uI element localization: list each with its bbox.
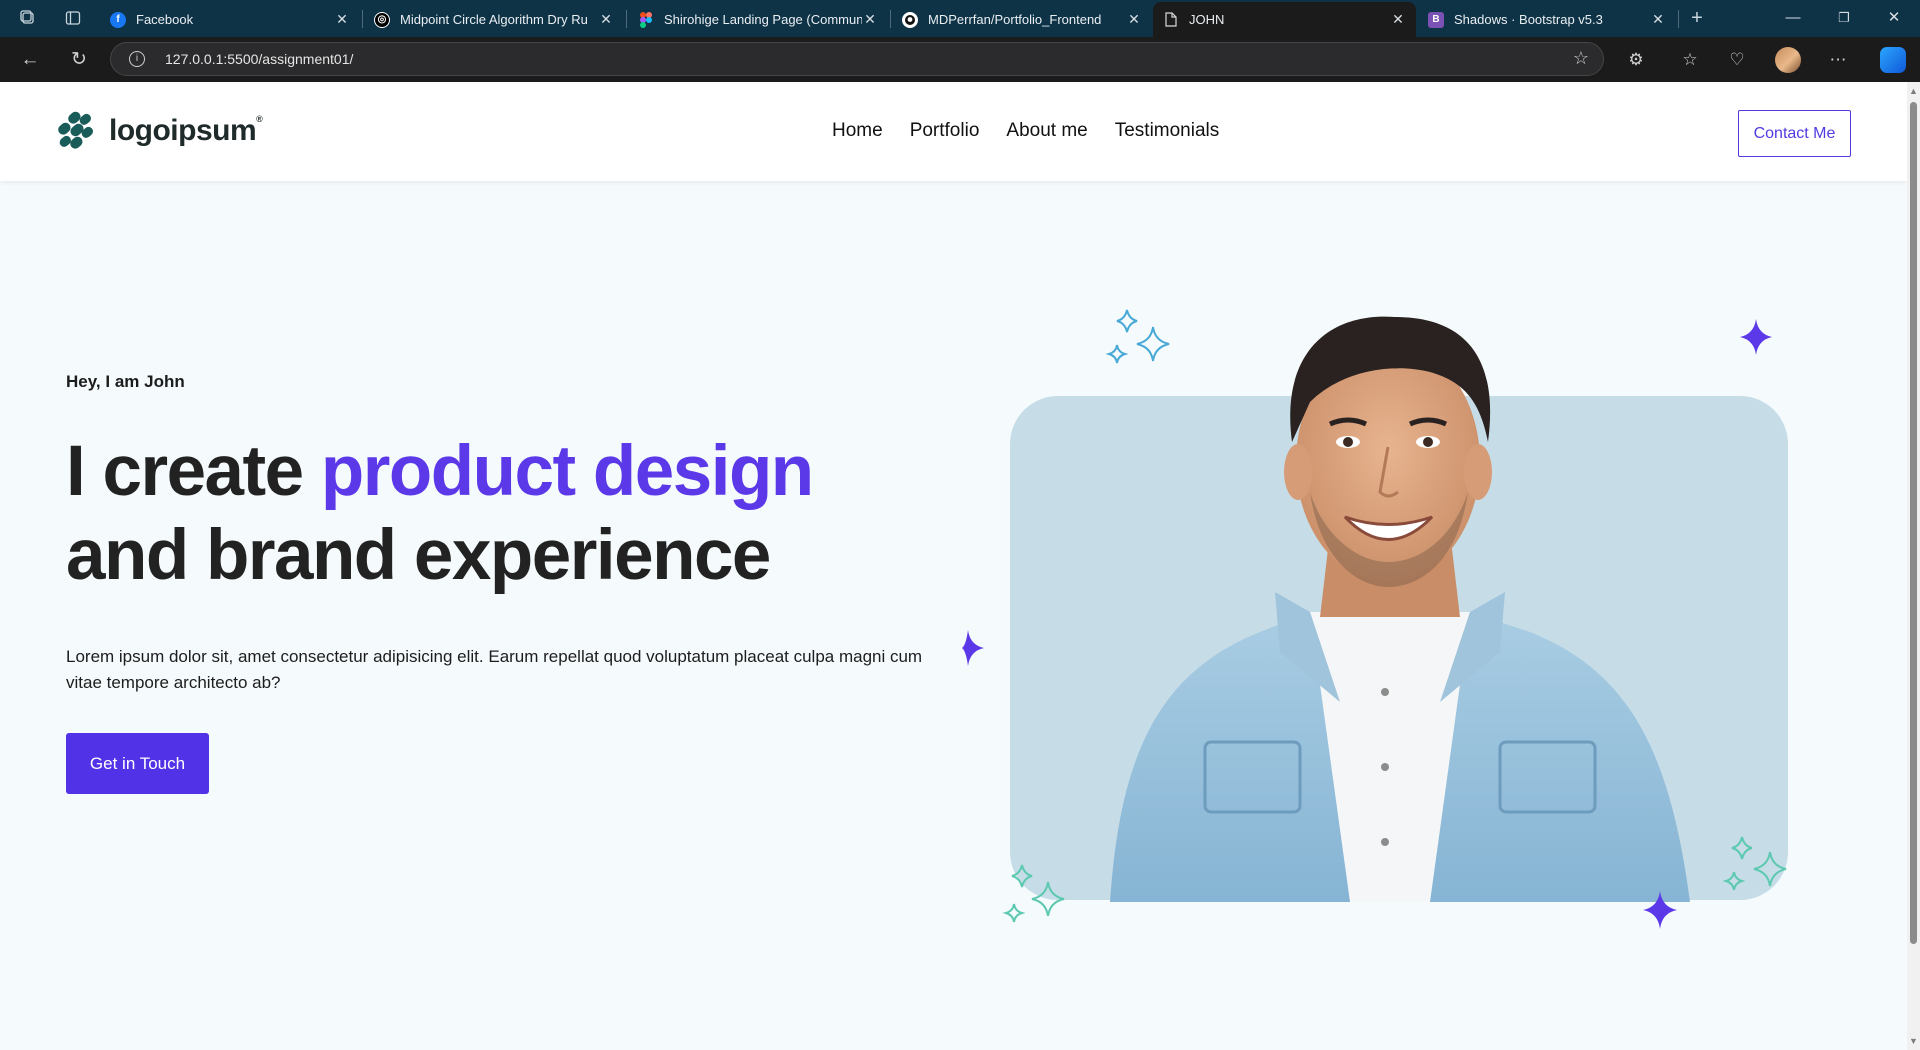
headline-end: and brand experience (66, 516, 771, 595)
star-sparkle-icon (962, 630, 984, 666)
site-header: logoipsum® Home Portfolio About me Testi… (0, 82, 1907, 181)
restore-icon[interactable]: ❐ (1824, 6, 1864, 30)
hero-greeting: Hey, I am John (66, 372, 185, 391)
logo-text: logoipsum® (109, 114, 263, 147)
scroll-up-icon[interactable]: ▲ (1907, 84, 1920, 98)
workspaces-icon[interactable] (18, 8, 38, 28)
browser-toolbar: ← ↻ i 127.0.0.1:5500/assignment01/ ☆ ⚙ ☆… (0, 37, 1920, 82)
tab-separator (890, 10, 891, 28)
nav-testimonials[interactable]: Testimonials (1115, 120, 1220, 142)
headline-accent: product design (320, 432, 814, 511)
close-icon[interactable]: ✕ (598, 11, 614, 28)
favorite-star-icon[interactable]: ☆ (1573, 48, 1589, 69)
browser-tab-strip: f Facebook ✕ ◎ Midpoint Circle Algorithm… (0, 0, 1920, 37)
tab-facebook[interactable]: f Facebook ✕ (100, 2, 360, 37)
figma-icon (638, 11, 654, 28)
minimize-icon[interactable]: — (1773, 6, 1813, 30)
main-nav: Home Portfolio About me Testimonials (832, 120, 1219, 142)
tab-midpoint-circle[interactable]: ◎ Midpoint Circle Algorithm Dry Ru ✕ (364, 2, 624, 37)
tab-bootstrap-shadows[interactable]: B Shadows · Bootstrap v5.3 ✕ (1418, 2, 1676, 37)
sparkle-cluster-icon (1105, 309, 1170, 364)
tab-separator (626, 10, 627, 28)
hero-description: Lorem ipsum dolor sit, amet consectetur … (66, 647, 923, 692)
close-icon[interactable]: ✕ (1126, 11, 1142, 28)
github-icon (902, 11, 918, 28)
tab-github-portfolio[interactable]: MDPerrfan/Portfolio_Frontend ✕ (892, 2, 1152, 37)
close-icon[interactable]: ✕ (1390, 11, 1406, 28)
nav-about-me[interactable]: About me (1006, 120, 1087, 142)
bootstrap-icon: B (1428, 11, 1444, 28)
page-viewport: logoipsum® Home Portfolio About me Testi… (0, 82, 1907, 1050)
scrollbar-thumb[interactable] (1910, 102, 1917, 944)
tab-title: Midpoint Circle Algorithm Dry Ru (400, 12, 588, 27)
sparkle-cluster-icon (1002, 864, 1065, 923)
facebook-icon: f (110, 11, 126, 28)
extensions-icon[interactable]: ⚙ (1624, 48, 1648, 72)
close-icon[interactable]: ✕ (334, 11, 350, 28)
site-info-icon[interactable]: i (129, 51, 145, 67)
refresh-icon[interactable]: ↻ (66, 47, 92, 73)
get-in-touch-button[interactable]: Get in Touch (66, 733, 209, 794)
close-icon[interactable]: ✕ (1650, 11, 1666, 28)
chatgpt-icon: ◎ (374, 11, 390, 28)
address-bar[interactable]: i 127.0.0.1:5500/assignment01/ ☆ (110, 42, 1604, 76)
logo-mark-icon (58, 111, 93, 149)
tab-title: Facebook (136, 12, 194, 27)
tab-separator (362, 10, 363, 28)
nav-portfolio[interactable]: Portfolio (910, 120, 980, 142)
close-icon[interactable]: ✕ (862, 11, 878, 28)
tab-title: MDPerrfan/Portfolio_Frontend (928, 12, 1102, 27)
tab-actions-icon[interactable] (63, 8, 83, 28)
star-sparkle-icon (1740, 319, 1772, 355)
tab-separator (1678, 10, 1679, 28)
tab-title: Shadows · Bootstrap v5.3 (1454, 12, 1603, 27)
contact-me-button[interactable]: Contact Me (1738, 110, 1851, 157)
browser-essentials-icon[interactable]: ♡ (1725, 48, 1749, 72)
tab-title: Shirohige Landing Page (Commun (664, 12, 862, 27)
back-arrow-icon[interactable]: ← (17, 47, 43, 73)
sparkle-cluster-icon (1722, 836, 1787, 891)
url-text[interactable]: 127.0.0.1:5500/assignment01/ (165, 51, 353, 67)
page-icon (1163, 12, 1179, 28)
headline-start: I create (66, 432, 321, 511)
scroll-down-icon[interactable]: ▼ (1907, 1034, 1920, 1048)
star-sparkle-icon (1643, 891, 1677, 929)
copilot-icon[interactable] (1880, 47, 1906, 73)
profile-avatar[interactable] (1775, 47, 1801, 73)
hero-headline: I create product design and brand experie… (66, 430, 966, 598)
favorites-icon[interactable]: ☆ (1678, 48, 1702, 72)
more-menu-icon[interactable]: ⋯ (1826, 48, 1850, 72)
tab-title: JOHN (1189, 12, 1225, 27)
nav-home[interactable]: Home (832, 120, 883, 142)
tab-john[interactable]: JOHN ✕ (1153, 2, 1416, 37)
site-logo[interactable]: logoipsum® (55, 110, 263, 152)
tab-shirohige[interactable]: Shirohige Landing Page (Commun ✕ (628, 2, 888, 37)
close-window-icon[interactable]: ✕ (1874, 6, 1914, 30)
new-tab-icon[interactable]: + (1687, 7, 1707, 29)
